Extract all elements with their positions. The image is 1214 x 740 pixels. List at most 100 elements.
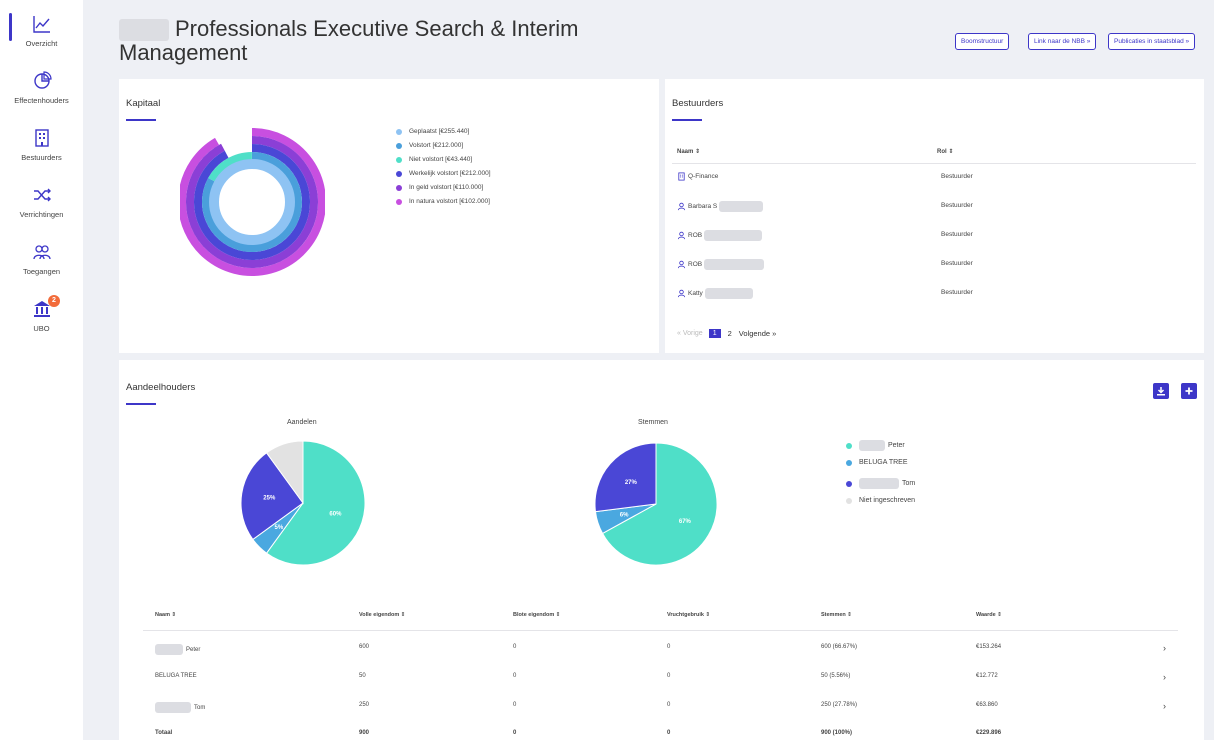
redacted-block: [155, 644, 183, 655]
ubo-badge: 2: [48, 295, 60, 307]
legend-item[interactable]: Peter: [846, 440, 905, 451]
legend-item[interactable]: Tom: [846, 478, 915, 489]
total-volle-eigendom: 900: [359, 730, 370, 736]
sidebar-item-label: Effectenhouders: [14, 96, 69, 105]
legend-item[interactable]: BELUGA TREE: [846, 459, 908, 466]
cell-volle-eigendom: 600: [359, 644, 370, 650]
pie-title-stemmen: Stemmen: [638, 419, 668, 426]
bestuurder-name[interactable]: Q-Finance: [677, 172, 718, 181]
legend-label: Peter: [888, 442, 905, 449]
pie-slice-label: 6%: [620, 512, 629, 518]
total-naam: Totaal: [155, 730, 173, 736]
legend-item[interactable]: Niet ingeschreven: [846, 497, 915, 504]
add-button[interactable]: [1181, 383, 1197, 399]
sidebar-item-verrichtingen[interactable]: Verrichtingen: [0, 184, 83, 219]
person-icon: [677, 289, 686, 298]
sidebar-item-label: Toegangen: [22, 267, 61, 276]
pie-slice-label: 27%: [625, 480, 638, 486]
title-underline: [672, 119, 702, 121]
bestuurder-name[interactable]: Katty: [677, 288, 753, 299]
person-icon: [677, 260, 686, 269]
kapitaal-ring-chart: [180, 128, 325, 276]
bestuurder-name-text: ROB: [688, 232, 703, 239]
bestuurder-name[interactable]: ROB: [677, 259, 765, 270]
total-stemmen: 900 (100%): [821, 730, 853, 736]
cell-volle-eigendom: 50: [359, 673, 366, 679]
next-page-link[interactable]: Volgende »: [739, 329, 777, 338]
sidebar-item-ubo[interactable]: 2 UBO: [0, 295, 83, 333]
legend-dot: [396, 128, 402, 135]
sidebar: Overzicht Effectenhouders Bestuurders Ve…: [0, 0, 83, 740]
chevron-right-icon[interactable]: ›: [1163, 672, 1166, 682]
ring-geplaatst: [209, 159, 295, 245]
pie-slice-label: 25%: [263, 496, 276, 502]
bestuurders-card: [665, 79, 1204, 353]
legend-item[interactable]: Werkelijk volstort [€212.000]: [396, 170, 491, 177]
prev-page-link[interactable]: « Vorige: [677, 330, 703, 337]
column-header-vruchtgebruik[interactable]: Vruchtgebruik ⇕: [667, 612, 710, 618]
pie-slice[interactable]: [594, 442, 657, 513]
chevron-right-icon[interactable]: ›: [1163, 701, 1166, 711]
bestuurder-name[interactable]: ROB: [677, 230, 763, 241]
chevron-right-icon[interactable]: ›: [1163, 643, 1166, 653]
staatsblad-button[interactable]: Publicaties in staatsblad »: [1108, 33, 1196, 50]
column-header-waarde[interactable]: Waarde ⇕: [976, 612, 1002, 618]
redacted-block: [859, 478, 899, 489]
sidebar-item-effectenhouders[interactable]: Effectenhouders: [0, 70, 83, 105]
cell-vruchtgebruik: 0: [667, 673, 671, 679]
cell-stemmen: 600 (66.67%): [821, 644, 858, 650]
bestuurder-name[interactable]: Barbara S: [677, 201, 764, 212]
legend-dot: [396, 198, 402, 205]
kapitaal-title: Kapitaal: [126, 98, 161, 109]
legend-item[interactable]: Niet volstort [€43.440]: [396, 156, 472, 163]
pagination: « Vorige 1 2 Volgende »: [677, 329, 776, 338]
legend-dot: [396, 170, 402, 177]
legend-label: Niet ingeschreven: [859, 497, 916, 504]
total-blote-eigendom: 0: [513, 730, 517, 736]
cell-blote-eigendom: 0: [513, 644, 517, 650]
legend-item[interactable]: In natura volstort [€102.000]: [396, 198, 490, 205]
column-header-naam[interactable]: Naam ⇕: [677, 148, 700, 155]
column-header-blote-eigendom[interactable]: Blote eigendom ⇕: [513, 612, 560, 618]
legend-label: Geplaatst [€255.440]: [409, 128, 470, 135]
column-header-stemmen[interactable]: Stemmen ⇕: [821, 612, 852, 618]
bestuurder-name-text: Katty: [688, 290, 703, 297]
sidebar-item-bestuurders[interactable]: Bestuurders: [0, 127, 83, 162]
legend-dot: [396, 184, 402, 191]
plus-icon: [1185, 387, 1193, 395]
divider: [143, 630, 1178, 631]
cell-naam: BELUGA TREE: [155, 673, 197, 679]
total-waarde: €229.896: [976, 730, 1002, 736]
sidebar-item-overzicht[interactable]: Overzicht: [0, 13, 83, 48]
title-underline: [126, 403, 156, 405]
redacted-block: [155, 702, 191, 713]
legend-dot: [846, 480, 852, 487]
download-button[interactable]: [1153, 383, 1169, 399]
column-header-volle-eigendom[interactable]: Volle eigendom ⇕: [359, 612, 405, 618]
column-header-naam[interactable]: Naam ⇕: [155, 612, 176, 618]
sidebar-item-toegangen[interactable]: Toegangen: [0, 241, 83, 276]
bestuurder-role: Bestuurder: [941, 173, 973, 180]
page-1-button[interactable]: 1: [708, 329, 721, 338]
legend-item[interactable]: In geld volstort [€110.000]: [396, 184, 483, 191]
cell-volle-eigendom: 250: [359, 702, 370, 708]
legend-item[interactable]: Volstort [€212.000]: [396, 142, 463, 149]
legend-item[interactable]: Geplaatst [€255.440]: [396, 128, 469, 135]
page-2-button[interactable]: 2: [728, 329, 732, 338]
nbb-link-button[interactable]: Link naar de NBB »: [1028, 33, 1097, 50]
legend-label: Werkelijk volstort [€212.000]: [409, 170, 491, 177]
bestuurder-name-text: Q-Finance: [688, 173, 719, 180]
boomstructuur-button[interactable]: Boomstructuur: [955, 33, 1010, 50]
legend-dot: [396, 142, 402, 149]
column-header-rol[interactable]: Rol ⇕: [937, 148, 953, 155]
legend-label: Tom: [902, 480, 916, 487]
redacted-block: [859, 440, 885, 451]
pie-slice-label: 5%: [275, 525, 284, 531]
cell-vruchtgebruik: 0: [667, 702, 671, 708]
cell-naam: Tom: [155, 702, 205, 713]
sidebar-item-label: Verrichtingen: [19, 210, 64, 219]
building-icon: [34, 129, 49, 147]
cell-stemmen: 250 (27.78%): [821, 702, 858, 708]
legend-label: Niet volstort [€43.440]: [409, 156, 473, 163]
redacted-block: [704, 230, 763, 241]
